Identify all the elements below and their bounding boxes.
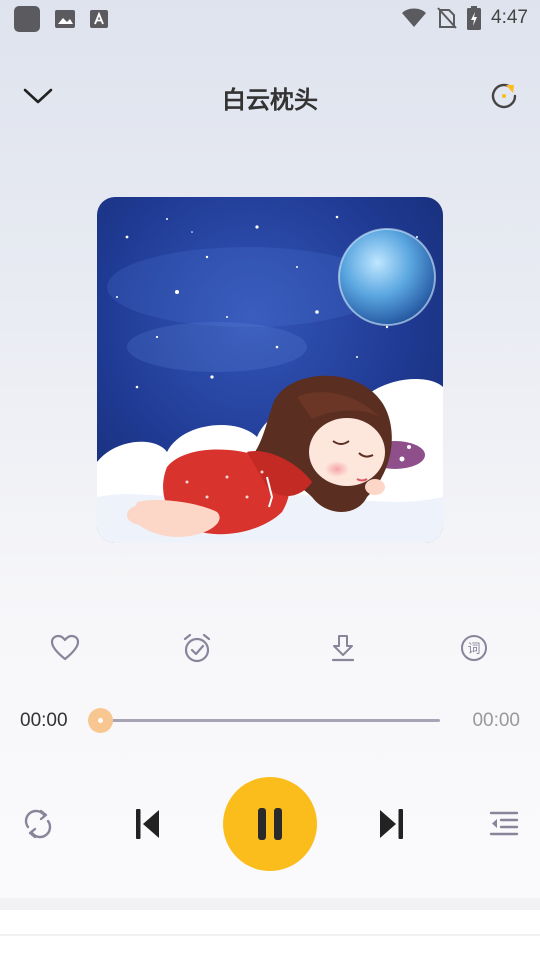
keyboard-a-icon [90, 10, 108, 28]
status-time: 4:47 [491, 7, 528, 28]
gallery-icon [55, 10, 75, 28]
playlist-icon [489, 811, 519, 836]
battery-charging-icon [467, 6, 482, 30]
progress-bar: 00:00 00:00 [0, 700, 540, 742]
pause-button[interactable] [223, 777, 317, 871]
status-left-icons [14, 6, 108, 32]
seek-thumb[interactable] [88, 708, 113, 733]
sheet-row [0, 910, 540, 934]
app-icon [14, 6, 40, 32]
status-right-icons: 4:47 [401, 6, 528, 30]
current-time: 00:00 [20, 710, 68, 731]
previous-button[interactable] [128, 804, 168, 844]
like-button[interactable] [45, 628, 85, 668]
album-cover [97, 197, 443, 543]
refresh-icon [491, 83, 517, 109]
seek-track[interactable] [99, 719, 440, 722]
status-bar: 4:47 [0, 0, 540, 36]
no-sim-icon [437, 7, 457, 29]
loop-button[interactable] [18, 804, 58, 844]
lyrics-icon: 词 [461, 635, 487, 661]
lyrics-glyph: 词 [467, 642, 480, 657]
song-title: 白云枕头 [222, 86, 318, 114]
playback-controls [0, 776, 540, 872]
download-icon [331, 635, 355, 662]
pause-icon [258, 808, 282, 840]
lyrics-button[interactable]: 词 [454, 628, 494, 668]
refresh-button[interactable] [486, 78, 522, 114]
repeat-icon [24, 809, 52, 839]
download-button[interactable] [323, 628, 363, 668]
sheet-row [0, 936, 540, 960]
action-row: 词 [0, 628, 540, 672]
next-button[interactable] [371, 804, 411, 844]
skip-next-icon [380, 809, 403, 839]
album-cover-sleeping-girl-image [97, 197, 443, 543]
wifi-icon [402, 8, 427, 27]
total-time: 00:00 [472, 710, 520, 731]
player-header: 白云枕头 [0, 70, 540, 122]
bottom-sheet [0, 898, 540, 960]
skip-previous-icon [136, 809, 159, 839]
alarm-clock-icon [183, 633, 211, 663]
heart-icon [50, 634, 80, 661]
seek-thumb-dot [98, 718, 103, 723]
playlist-button[interactable] [484, 804, 524, 844]
timer-button[interactable] [177, 628, 217, 668]
